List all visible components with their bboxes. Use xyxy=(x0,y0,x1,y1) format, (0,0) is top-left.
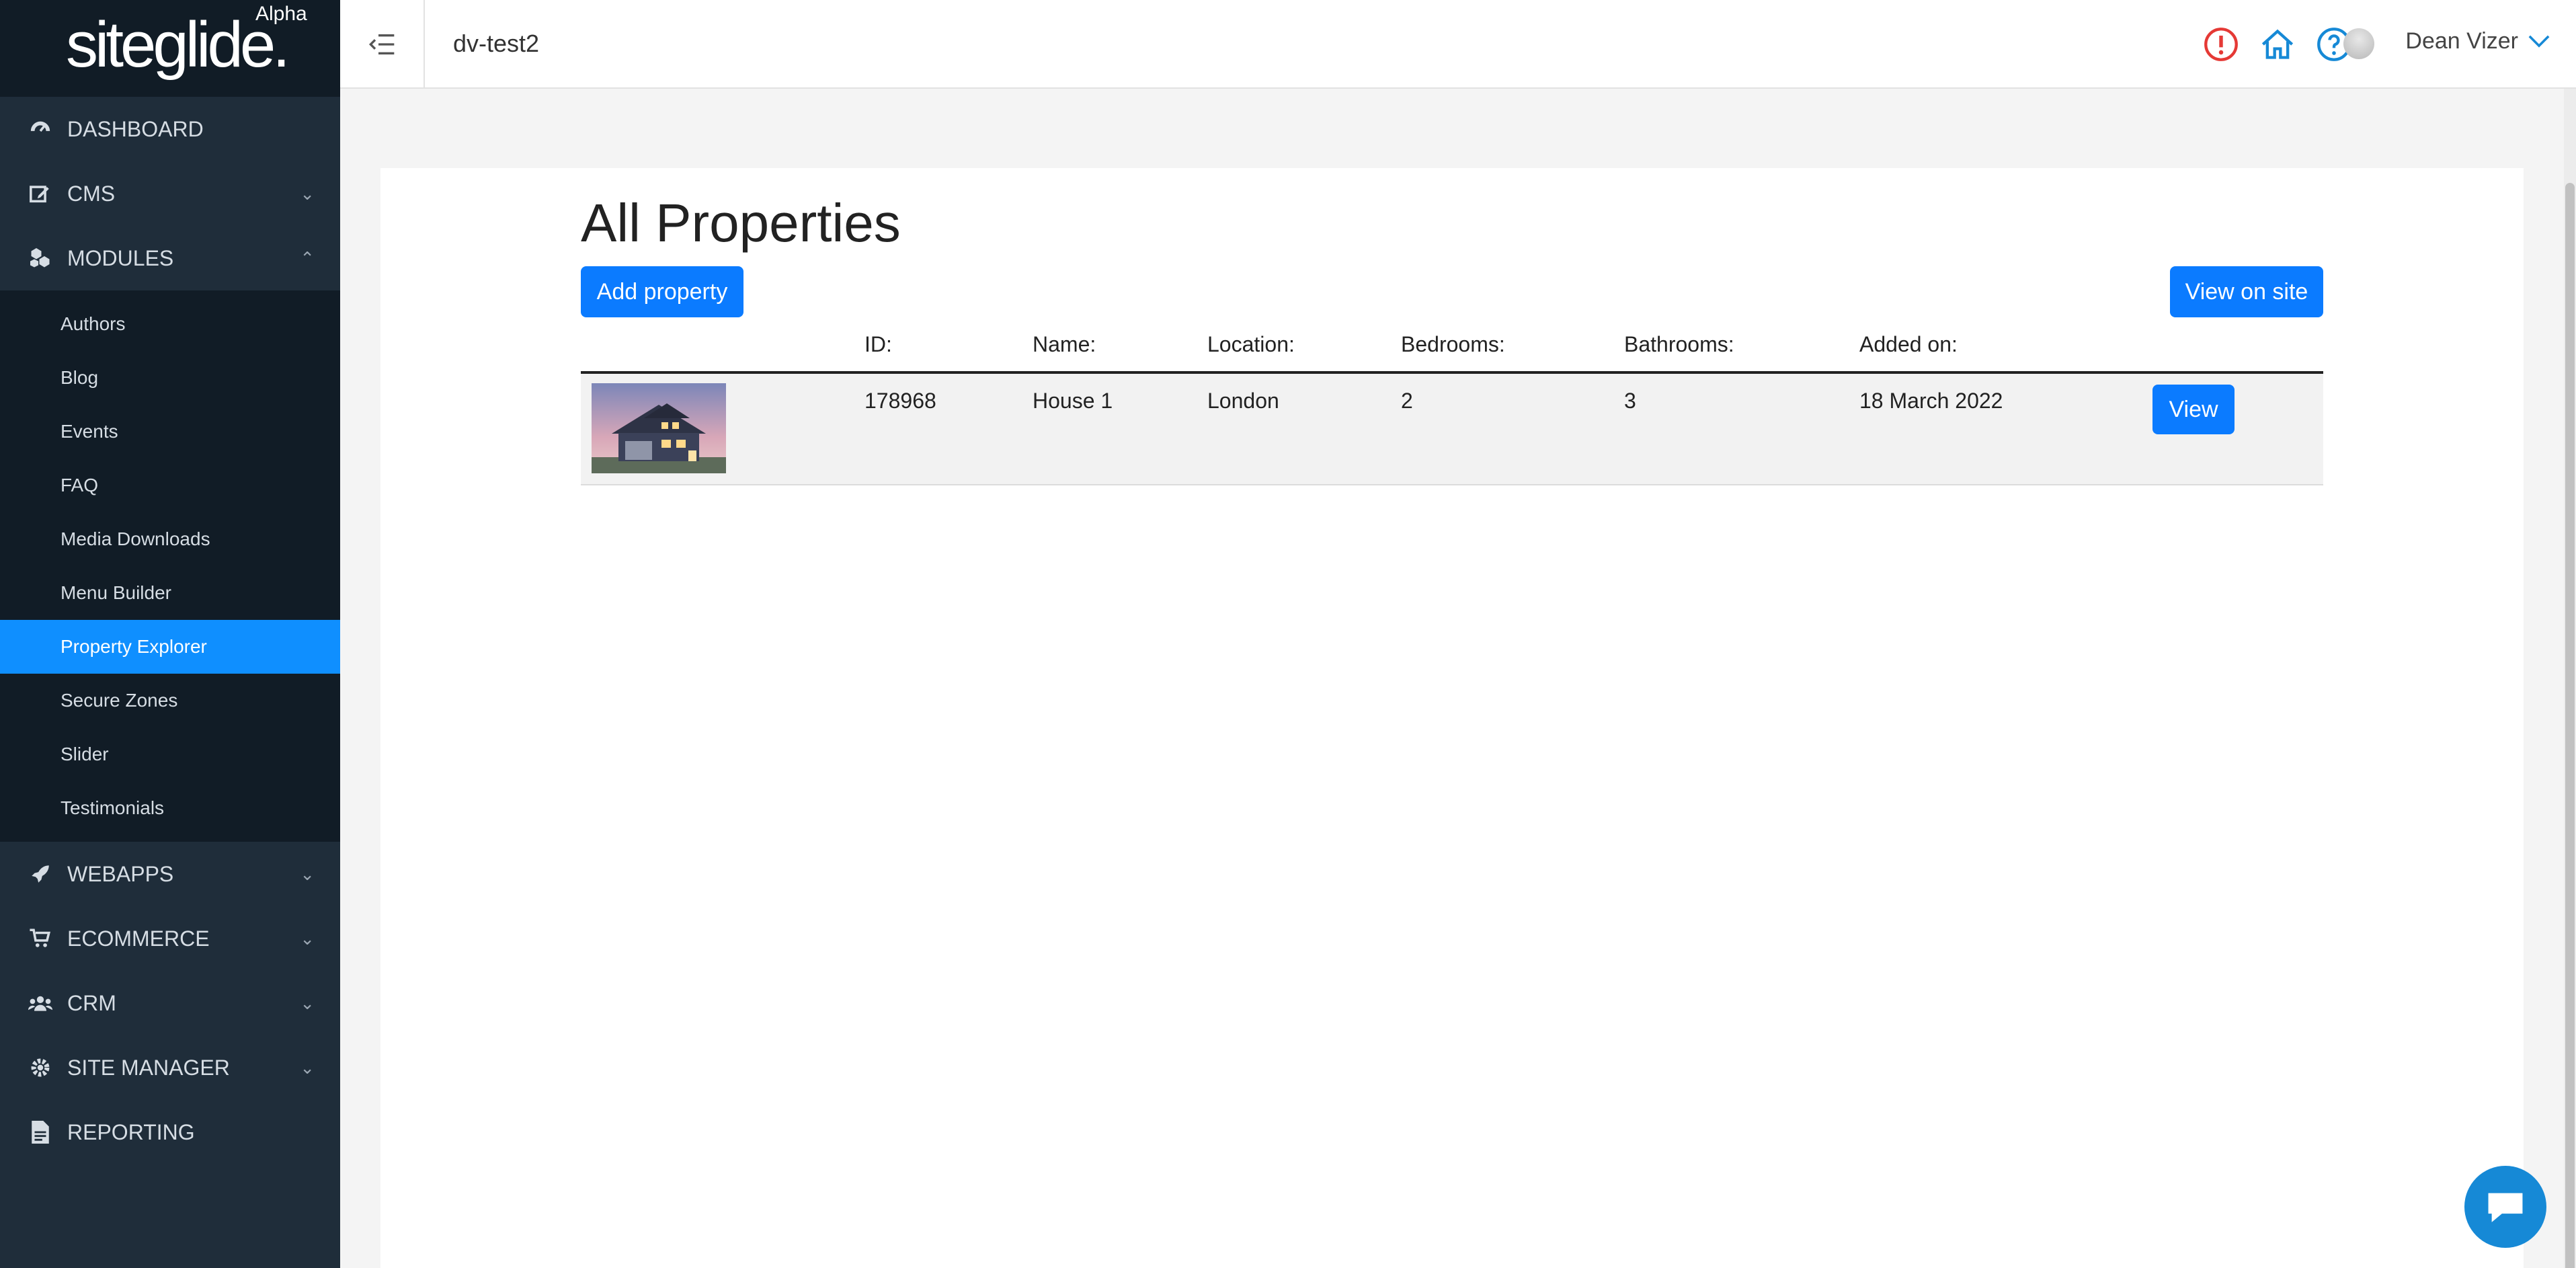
sidebar-toggle-button[interactable] xyxy=(340,0,425,89)
home-icon[interactable] xyxy=(2260,27,2295,62)
chevron-down-icon: ⌄ xyxy=(300,1057,315,1078)
sub-item-secure-zones[interactable]: Secure Zones xyxy=(0,674,340,727)
nav-label: MODULES xyxy=(67,245,174,270)
nav-crm[interactable]: CRM ⌄ xyxy=(0,971,340,1035)
site-name: dv-test2 xyxy=(453,30,540,57)
add-property-button[interactable]: Add property xyxy=(581,266,743,317)
scrollbar[interactable] xyxy=(2564,89,2576,1268)
sub-item-faq[interactable]: FAQ xyxy=(0,459,340,512)
nav-cms[interactable]: CMS ⌄ xyxy=(0,161,340,226)
column-header-added-on: Added on: xyxy=(1859,332,1958,356)
avatar[interactable] xyxy=(2343,28,2374,59)
chevron-down-icon: ⌄ xyxy=(300,928,315,949)
page-title: All Properties xyxy=(581,193,901,253)
nav-label: REPORTING xyxy=(67,1119,195,1144)
chevron-down-icon: ⌄ xyxy=(300,992,315,1013)
nav-label: CRM xyxy=(67,990,116,1015)
column-header-bedrooms: Bedrooms: xyxy=(1401,332,1505,356)
column-header-name: Name: xyxy=(1033,332,1096,356)
logo[interactable]: siteglide. Alpha xyxy=(0,0,340,97)
sub-item-media-downloads[interactable]: Media Downloads xyxy=(0,512,340,566)
sub-item-property-explorer[interactable]: Property Explorer xyxy=(0,620,340,674)
column-header-location: Location: xyxy=(1207,332,1295,356)
chevron-down-icon: ⌄ xyxy=(300,183,315,204)
alpha-badge: Alpha xyxy=(255,3,307,25)
column-header-id: ID: xyxy=(864,332,892,356)
table-row: 178968 House 1 London 2 3 18 March 2022 … xyxy=(581,374,2323,485)
modules-icon xyxy=(28,246,52,270)
cell-name: House 1 xyxy=(1033,389,1113,413)
user-name[interactable]: Dean Vizer xyxy=(2405,28,2518,54)
cell-bedrooms: 2 xyxy=(1401,389,1413,413)
modules-submenu: Authors Blog Events FAQ Media Downloads … xyxy=(0,290,340,842)
nav-label: SITE MANAGER xyxy=(67,1055,230,1080)
nav-dashboard[interactable]: DASHBOARD xyxy=(0,97,340,161)
top-bar: dv-test2 Dean Vizer xyxy=(340,0,2576,89)
cell-added-on: 18 March 2022 xyxy=(1859,389,2003,413)
users-icon xyxy=(28,991,52,1015)
sub-item-events[interactable]: Events xyxy=(0,405,340,459)
chevron-down-icon[interactable] xyxy=(2528,34,2550,48)
nav-site-manager[interactable]: SITE MANAGER ⌄ xyxy=(0,1035,340,1100)
nav-label: DASHBOARD xyxy=(67,116,204,141)
sub-item-authors[interactable]: Authors xyxy=(0,297,340,351)
nav-reporting[interactable]: REPORTING xyxy=(0,1100,340,1164)
cell-bathrooms: 3 xyxy=(1624,389,1636,413)
chevron-up-icon: ⌃ xyxy=(300,247,315,268)
view-button[interactable]: View xyxy=(2152,385,2235,434)
cell-location: London xyxy=(1207,389,1279,413)
sidebar: siteglide. Alpha DASHBOARD CMS ⌄ MODULES… xyxy=(0,0,340,1268)
chat-icon xyxy=(2488,1193,2523,1222)
table-header: ID: Name: Location: Bedrooms: Bathrooms:… xyxy=(581,323,2323,374)
collapse-menu-icon xyxy=(368,34,395,54)
nav-ecommerce[interactable]: ECOMMERCE ⌄ xyxy=(0,906,340,971)
edit-icon xyxy=(28,182,52,206)
nav-label: ECOMMERCE xyxy=(67,926,210,951)
nav-label: WEBAPPS xyxy=(67,861,174,886)
scrollbar-thumb[interactable] xyxy=(2565,183,2575,1268)
nav-label: CMS xyxy=(67,181,116,206)
file-icon xyxy=(28,1120,52,1144)
chevron-down-icon: ⌄ xyxy=(300,863,315,884)
house-image xyxy=(592,383,726,473)
rocket-icon xyxy=(28,862,52,886)
cell-id: 178968 xyxy=(864,389,936,413)
alert-icon[interactable] xyxy=(2204,27,2239,62)
dashboard-icon xyxy=(28,117,52,141)
chat-button[interactable] xyxy=(2464,1166,2546,1248)
property-thumbnail[interactable] xyxy=(592,383,726,473)
sub-item-blog[interactable]: Blog xyxy=(0,351,340,405)
nav-modules[interactable]: MODULES ⌃ xyxy=(0,226,340,290)
sub-item-testimonials[interactable]: Testimonials xyxy=(0,781,340,835)
view-on-site-button[interactable]: View on site xyxy=(2170,266,2323,317)
sub-item-menu-builder[interactable]: Menu Builder xyxy=(0,566,340,620)
logo-text: siteglide. xyxy=(66,9,290,81)
column-header-bathrooms: Bathrooms: xyxy=(1624,332,1734,356)
cart-icon xyxy=(28,926,52,951)
nav-webapps[interactable]: WEBAPPS ⌄ xyxy=(0,842,340,906)
sub-item-slider[interactable]: Slider xyxy=(0,727,340,781)
gear-icon xyxy=(28,1056,52,1080)
